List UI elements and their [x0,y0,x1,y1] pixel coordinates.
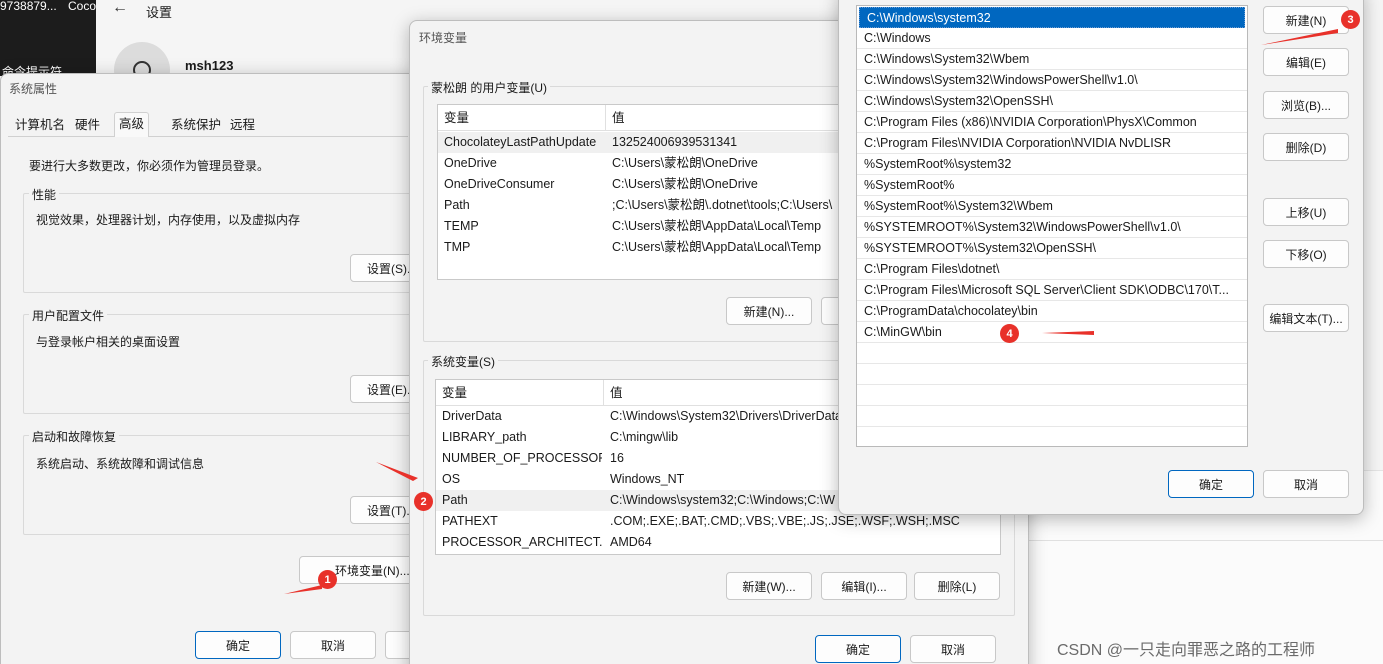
tab-remote[interactable]: 远程 [226,114,259,136]
user-profile-desc: 与登录帐户相关的桌面设置 [36,335,181,349]
user-profile-title: 用户配置文件 [29,307,108,324]
system-col-variable[interactable]: 变量 [436,380,604,406]
path-list[interactable]: C:\Windows\system32 C:\Windows C:\Window… [856,5,1248,447]
variable-name: DriverData [442,409,502,423]
settings-title: 设置 [146,5,173,20]
list-item[interactable]: C:\Windows\System32\Wbem [857,49,1247,70]
path-move-down-button[interactable]: 下移(O) [1263,240,1349,268]
variable-name: NUMBER_OF_PROCESSORS [442,451,602,465]
list-item-empty[interactable] [857,364,1247,385]
list-item[interactable]: C:\Program Files\Microsoft SQL Server\Cl… [857,280,1247,301]
system-variables-title: 系统变量(S) [428,353,498,370]
user-col-variable[interactable]: 变量 [438,105,606,131]
startup-desc: 系统启动、系统故障和调试信息 [36,457,205,471]
variable-name: Path [442,493,468,507]
taskbar-left-text: 9738879... [0,0,57,13]
environment-ok-button[interactable]: 确定 [815,635,901,663]
performance-title: 性能 [29,186,60,203]
user-name: msh123 [185,58,234,73]
list-item[interactable]: C:\Windows\System32\OpenSSH\ [857,91,1247,112]
marker-3: 3 [1341,10,1360,29]
marker-2: 2 [414,492,433,511]
list-item[interactable]: C:\Program Files\NVIDIA Corporation\NVID… [857,133,1247,154]
variable-name: Path [444,198,470,212]
system-delete-button[interactable]: 删除(L) [914,572,1000,600]
performance-desc: 视觉效果，处理器计划，内存使用，以及虚拟内存 [36,213,301,227]
user-new-button[interactable]: 新建(N)... [726,297,812,325]
performance-settings-button[interactable]: 设置(S)... [350,254,414,282]
path-move-up-button[interactable]: 上移(U) [1263,198,1349,226]
system-properties-ok-button[interactable]: 确定 [195,631,281,659]
list-item-empty[interactable] [857,406,1247,427]
path-edit-text-button[interactable]: 编辑文本(T)... [1263,304,1349,332]
path-edit-button[interactable]: 编辑(E) [1263,48,1349,76]
variable-value: AMD64 [610,535,652,549]
variable-name: OneDrive [444,156,497,170]
marker-1: 1 [318,570,337,589]
list-item[interactable]: %SYSTEMROOT%\System32\WindowsPowerShell\… [857,217,1247,238]
list-item[interactable]: %SystemRoot%\System32\Wbem [857,196,1247,217]
system-col-value[interactable]: 值 [604,380,623,406]
user-variables-title: 蒙松朗 的用户变量(U) [428,79,550,96]
list-item[interactable]: %SystemRoot%\system32 [857,154,1247,175]
system-properties-title: 系统属性 [9,82,58,96]
tab-computer-name[interactable]: 计算机名 [11,114,69,136]
list-item-new-mingw[interactable]: C:\MinGW\bin [857,322,1247,343]
list-item[interactable]: C:\ProgramData\chocolatey\bin [857,301,1247,322]
back-arrow-icon[interactable]: ← [112,0,128,17]
system-edit-button[interactable]: 编辑(I)... [821,572,907,600]
marker-4: 4 [1000,324,1019,343]
variable-name: PROCESSOR_ARCHITECT... [442,535,602,549]
environment-cancel-button[interactable]: 取消 [910,635,996,663]
list-item[interactable]: %SYSTEMROOT%\System32\OpenSSH\ [857,238,1247,259]
system-new-button[interactable]: 新建(W)... [726,572,812,600]
list-item[interactable]: C:\Program Files (x86)\NVIDIA Corporatio… [857,112,1247,133]
variable-name: LIBRARY_path [442,430,527,444]
tab-advanced[interactable]: 高级 [114,112,150,137]
variable-name: TEMP [444,219,479,233]
table-row[interactable]: PROCESSOR_ARCHITECT... AMD64 [436,532,1000,553]
variable-name: ChocolateyLastPathUpdate [444,135,597,149]
list-item-empty[interactable] [857,343,1247,364]
list-item[interactable]: C:\Windows [857,28,1247,49]
variable-name: OS [442,472,461,486]
variable-name: OneDriveConsumer [444,177,555,191]
settings-panel-divider [1020,540,1383,541]
tab-system-protection[interactable]: 系统保护 [167,114,225,136]
path-ok-button[interactable]: 确定 [1168,470,1254,498]
variable-name: PATHEXT [442,514,498,528]
path-browse-button[interactable]: 浏览(B)... [1263,91,1349,119]
list-item[interactable]: C:\Windows\System32\WindowsPowerShell\v1… [857,70,1247,91]
environment-variables-button[interactable]: 环境变量(N)... [299,556,415,584]
tab-strip-line [8,136,408,137]
startup-settings-button[interactable]: 设置(T)... [350,496,414,524]
path-cancel-button[interactable]: 取消 [1263,470,1349,498]
list-item[interactable]: %SystemRoot% [857,175,1247,196]
system-properties-cancel-button[interactable]: 取消 [290,631,376,659]
watermark: CSDN @一只走向罪恶之路的工程师 [1057,642,1316,659]
tab-hardware[interactable]: 硬件 [71,114,104,136]
environment-variables-title: 环境变量 [419,31,468,45]
list-item[interactable]: C:\Program Files\dotnet\ [857,259,1247,280]
list-item-empty[interactable] [857,385,1247,406]
user-col-value[interactable]: 值 [606,105,625,131]
user-profile-settings-button[interactable]: 设置(E)... [350,375,414,403]
admin-note: 要进行大多数更改，你必须作为管理员登录。 [29,159,270,173]
variable-name: TMP [444,240,471,254]
startup-title: 启动和故障恢复 [29,428,120,445]
path-new-button[interactable]: 新建(N) [1263,6,1349,34]
list-item-selected[interactable]: C:\Windows\system32 [859,7,1245,28]
taskbar-right-text: Coco [68,0,96,13]
path-delete-button[interactable]: 删除(D) [1263,133,1349,161]
